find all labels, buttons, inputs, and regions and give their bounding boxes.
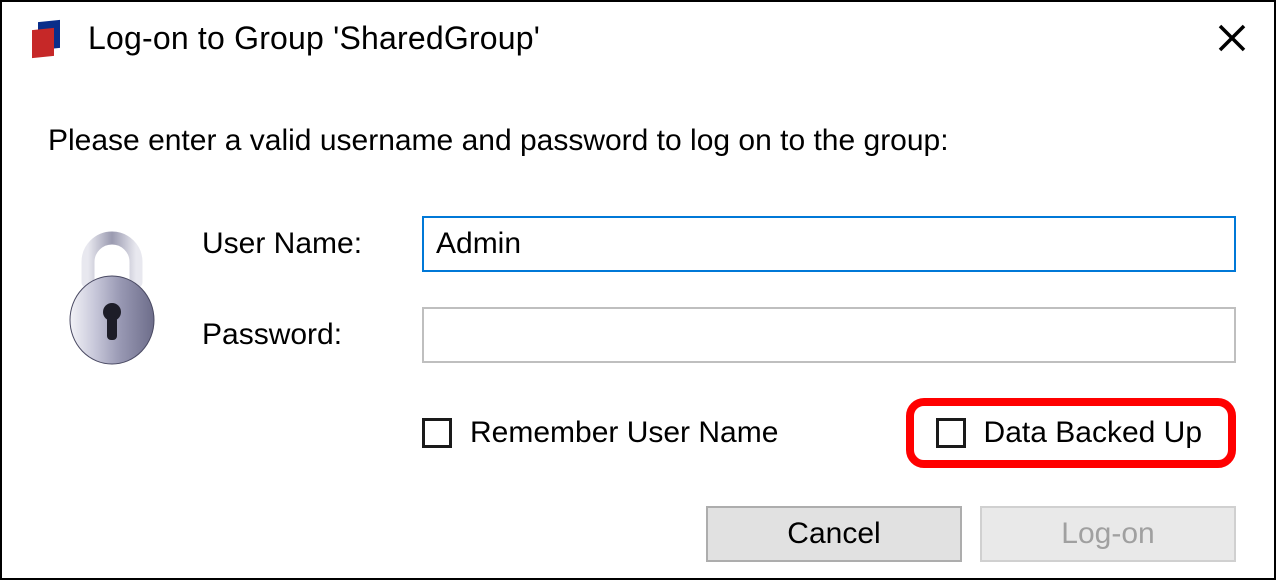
username-label: User Name: <box>202 227 422 261</box>
checkbox-row: Remember User Name Data Backed Up <box>422 398 1236 468</box>
button-row: Cancel Log-on <box>706 506 1236 562</box>
app-icon <box>30 21 64 55</box>
lock-icon <box>66 220 158 370</box>
cancel-button[interactable]: Cancel <box>706 506 962 562</box>
highlight-annotation: Data Backed Up <box>906 398 1236 468</box>
cancel-button-label: Cancel <box>787 517 880 551</box>
close-icon <box>1217 23 1247 53</box>
titlebar: Log-on to Group 'SharedGroup' <box>2 2 1274 74</box>
password-input[interactable] <box>422 307 1236 363</box>
logon-button-label: Log-on <box>1061 517 1154 551</box>
username-input[interactable] <box>422 216 1236 272</box>
password-label: Password: <box>202 318 422 352</box>
close-button[interactable] <box>1196 9 1268 67</box>
instruction-text: Please enter a valid username and passwo… <box>2 74 1274 158</box>
data-backed-up-label: Data Backed Up <box>984 416 1202 450</box>
checkbox-box-icon <box>936 418 966 448</box>
remember-username-label: Remember User Name <box>470 416 778 450</box>
checkbox-box-icon <box>422 418 452 448</box>
data-backed-up-checkbox[interactable]: Data Backed Up <box>936 416 1202 450</box>
password-row: Password: <box>202 307 1236 363</box>
logon-button: Log-on <box>980 506 1236 562</box>
remember-username-checkbox[interactable]: Remember User Name <box>422 416 778 450</box>
logon-dialog: Log-on to Group 'SharedGroup' Please ent… <box>0 0 1276 580</box>
window-title: Log-on to Group 'SharedGroup' <box>88 20 1196 57</box>
username-row: User Name: <box>202 216 1236 272</box>
